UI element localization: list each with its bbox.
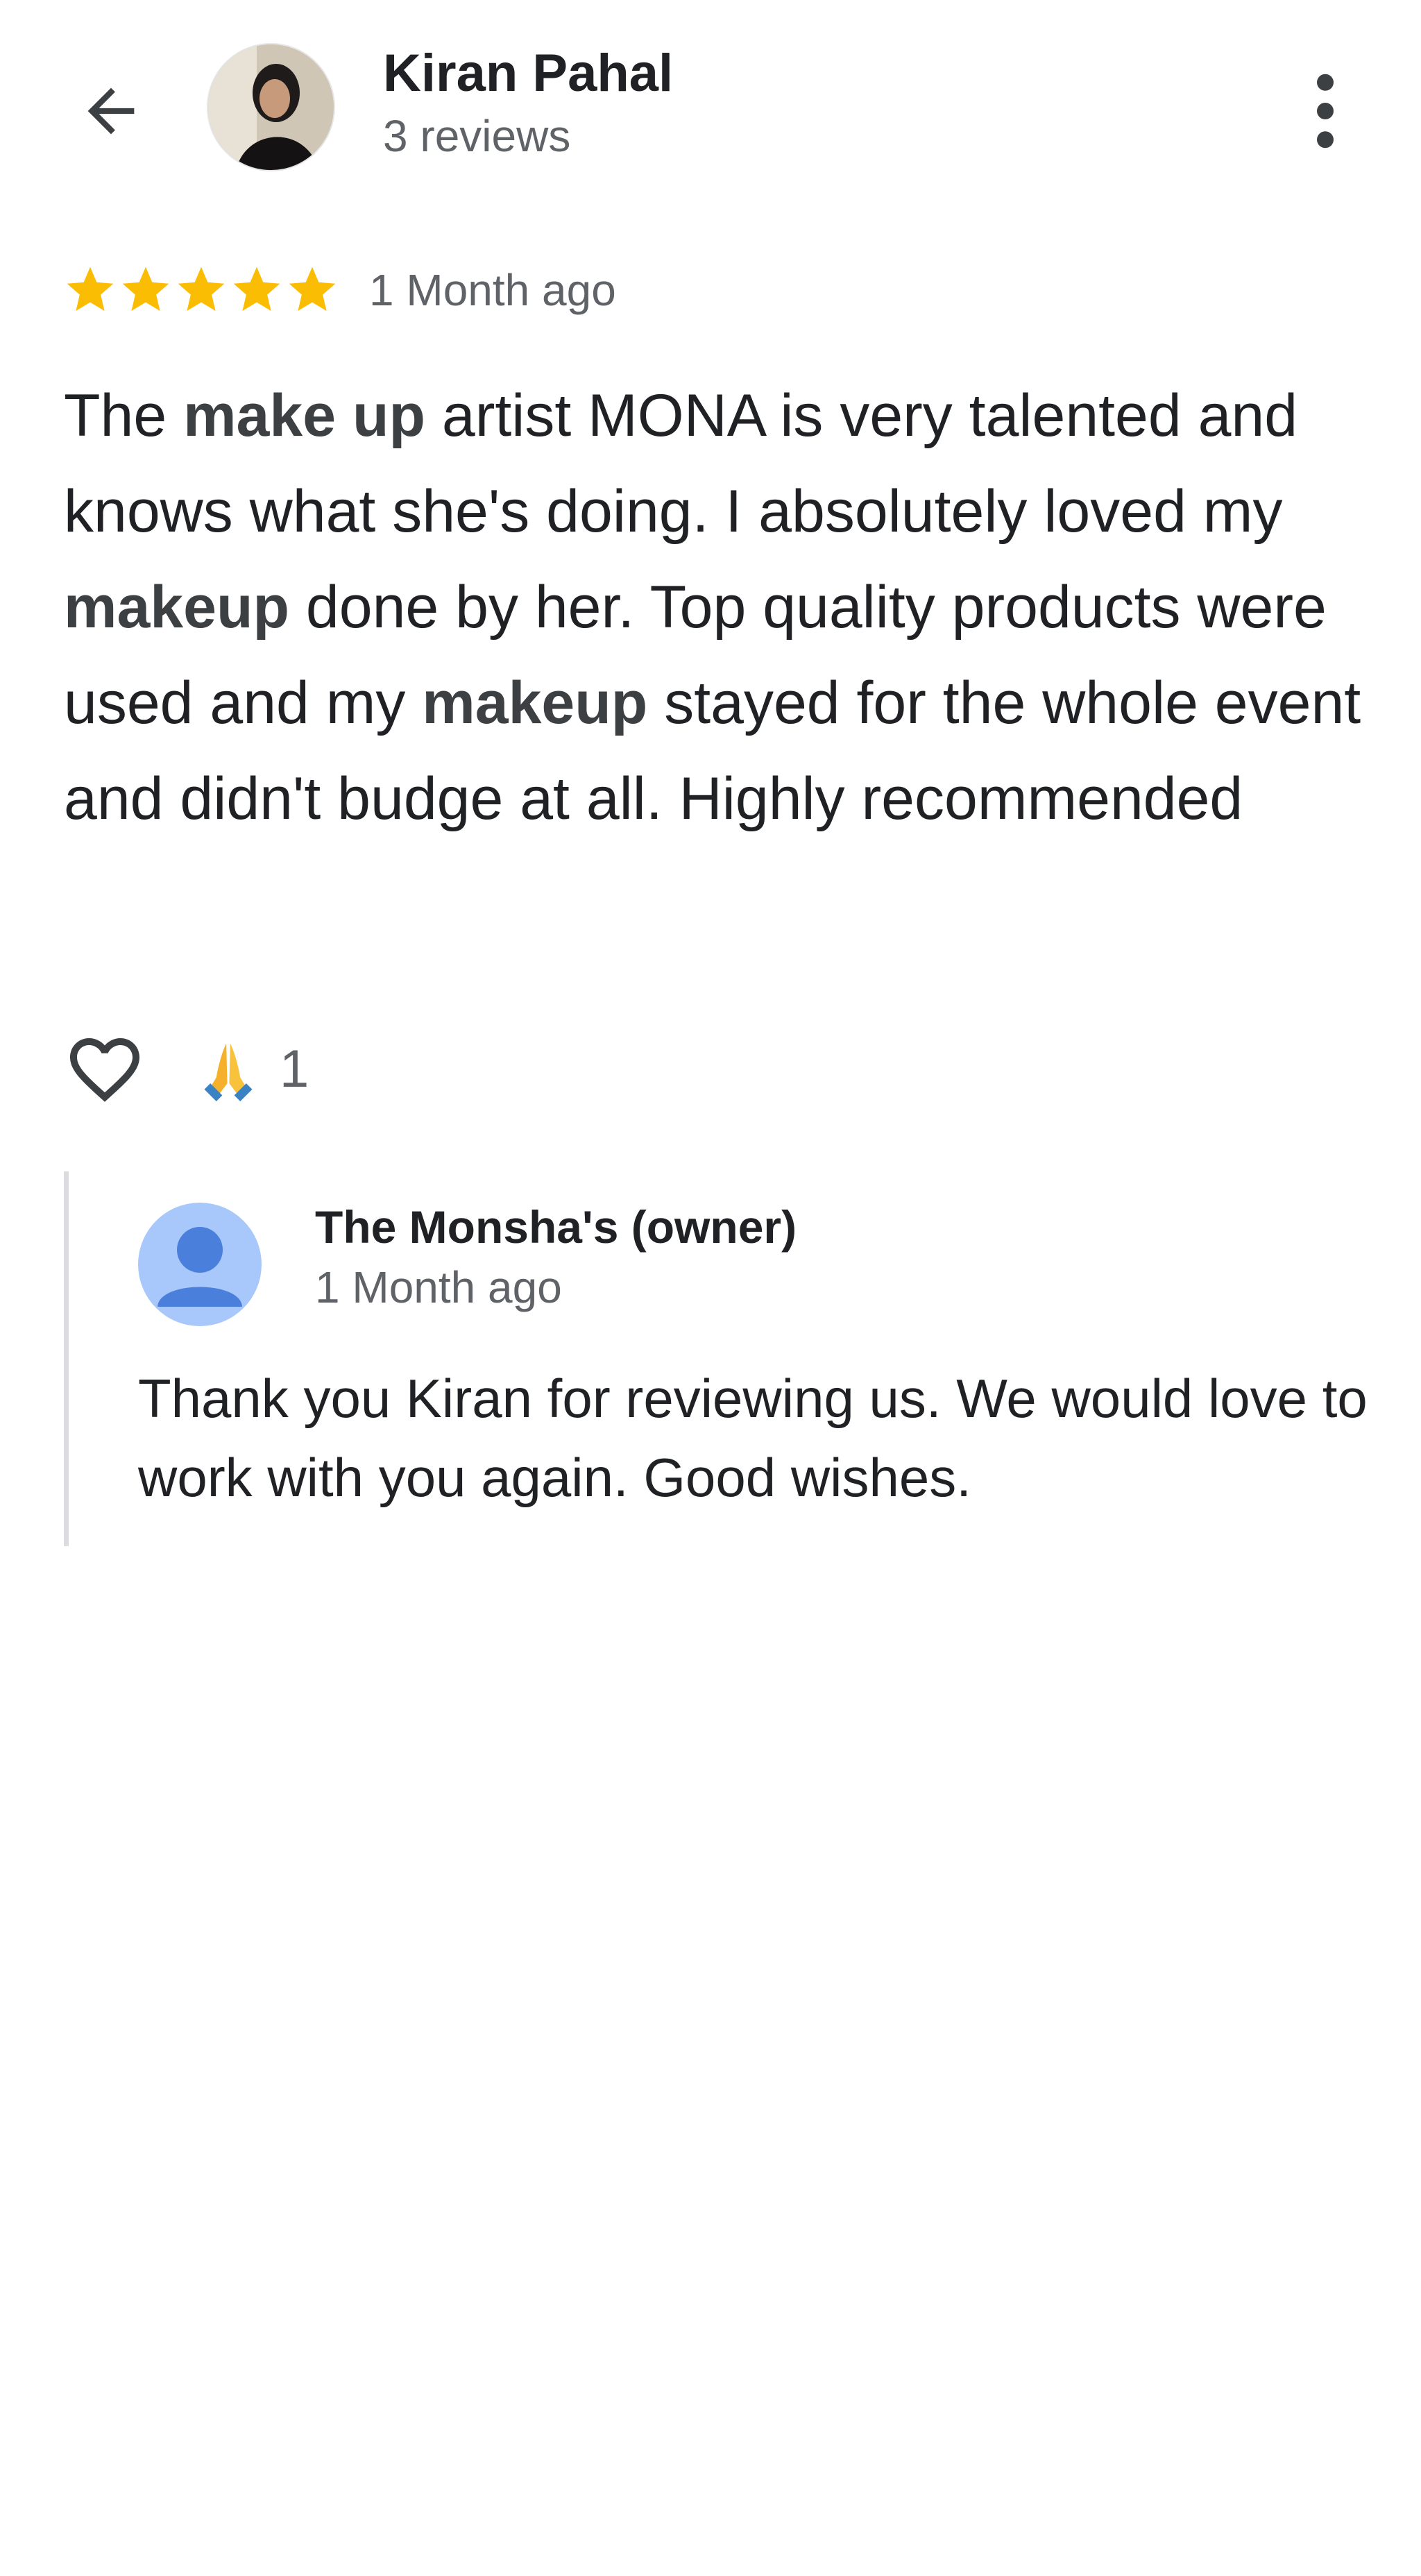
person-icon [158, 1227, 242, 1307]
like-button[interactable] [61, 1026, 148, 1112]
review-text: The make up artist MONA is very talented… [64, 368, 1382, 847]
star-icon [289, 266, 336, 311]
more-options-button[interactable] [1284, 66, 1367, 156]
reviewer-name[interactable]: Kiran Pahal [383, 40, 673, 107]
arrow-back-icon [87, 87, 135, 135]
owner-name: The Monsha's (owner) [315, 1201, 797, 1253]
reaction-chip[interactable]: 1 [196, 1037, 309, 1101]
owner-reply-time: 1 Month ago [315, 1262, 562, 1312]
back-button[interactable] [66, 66, 156, 156]
star-icon [122, 266, 169, 311]
owner-reply: The Monsha's (owner) 1 Month ago Thank y… [64, 1171, 1387, 1546]
star-icon [178, 266, 225, 311]
header: Kiran Pahal 3 reviews [0, 0, 1421, 208]
owner-avatar [138, 1203, 262, 1326]
folded-hands-icon [204, 1043, 253, 1101]
reviewer-review-count: 3 reviews [383, 111, 571, 161]
review-text-part: The [64, 382, 184, 449]
review-highlight: makeup [64, 574, 290, 641]
star-icon [233, 266, 280, 311]
review-highlight: makeup [422, 670, 648, 736]
reviewer-info: Kiran Pahal 3 reviews [383, 40, 673, 165]
reviewer-photo [208, 44, 334, 170]
reaction-count: 1 [280, 1040, 309, 1099]
review-highlight: make up [183, 382, 426, 449]
owner-reply-text: Thank you Kiran for reviewing us. We wou… [138, 1368, 1368, 1508]
star-rating [62, 262, 340, 318]
star-icon [67, 266, 114, 311]
reaction-row: 1 [61, 1026, 309, 1112]
heart-outline-icon [69, 1037, 139, 1102]
review-time: 1 Month ago [369, 265, 616, 315]
reviewer-avatar[interactable] [207, 43, 335, 171]
rating-row: 1 Month ago [62, 262, 616, 318]
more-vert-icon [1317, 74, 1334, 149]
